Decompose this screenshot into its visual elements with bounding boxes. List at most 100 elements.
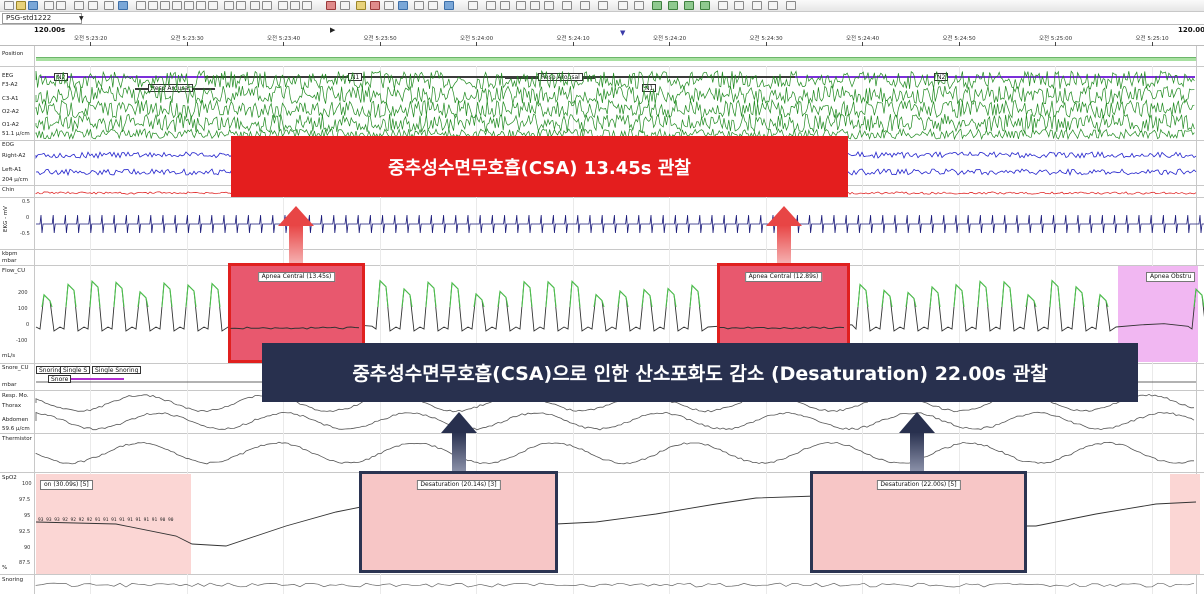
spo2-axis-tick: 97.5	[19, 497, 31, 503]
layout-icon-6[interactable]	[196, 1, 206, 10]
grid-icon[interactable]	[118, 1, 128, 10]
layout-icon-5[interactable]	[184, 1, 194, 10]
layout-icon[interactable]	[136, 1, 146, 10]
spo2-values-a: 93 93 93 92 92 92 92 91 91 91 91 91 91 9…	[38, 518, 174, 523]
open-icon[interactable]	[16, 1, 26, 10]
pause-icon-2[interactable]	[562, 1, 572, 10]
page-icon-2[interactable]	[262, 1, 272, 10]
tool-icon[interactable]	[718, 1, 728, 10]
desaturation-box-1[interactable]: Desaturation (20.14s) [3]	[359, 471, 558, 573]
pin-icon[interactable]	[634, 1, 644, 10]
ruler-tick-label: 오전 5:23:20	[74, 36, 108, 42]
ekg-axis-tick: 0.5	[22, 199, 30, 205]
pause-icon[interactable]	[468, 1, 478, 10]
person-icon[interactable]	[652, 1, 662, 10]
ruler-current-marker-icon[interactable]: ▼	[620, 29, 625, 37]
row-divider	[0, 66, 1204, 67]
navy-arrow-stem-2	[910, 432, 924, 471]
move-icon[interactable]	[398, 1, 408, 10]
ruler-tick-label: 오전 5:24:10	[556, 36, 590, 42]
filter-icon[interactable]	[384, 1, 394, 10]
layout-icon-8[interactable]	[224, 1, 234, 10]
snore-event-d[interactable]: Snore	[48, 375, 72, 383]
apnea-flat-line	[230, 326, 360, 330]
redo-icon[interactable]	[56, 1, 66, 10]
play-icon[interactable]	[516, 1, 526, 10]
desaturation-callout: 중추성수면무호흡(CSA)으로 인한 산소포화도 감소 (Desaturatio…	[262, 343, 1138, 402]
ruler-tick-label: 오전 5:23:50	[363, 36, 397, 42]
undo-icon[interactable]	[44, 1, 54, 10]
time-ruler[interactable]: 120.00s 120.00s ▶ ▼ 오전 5:23:20 오전 5:23:30…	[0, 24, 1204, 46]
label-column-divider[interactable]	[34, 46, 35, 594]
label-flow: Flow_CU	[2, 268, 26, 274]
label-o1a2: O1-A2	[2, 122, 19, 128]
label-left-a1: Left-A1	[2, 167, 22, 173]
omega-icon[interactable]	[618, 1, 628, 10]
label-flow-unit: mL/s	[2, 353, 16, 359]
skip-icon[interactable]	[544, 1, 554, 10]
save-icon[interactable]	[28, 1, 38, 10]
ruler-tick-label: 오전 5:25:00	[1039, 36, 1073, 42]
label-o2a2: O2-A2	[2, 109, 19, 115]
edit-icon[interactable]	[340, 1, 350, 10]
tool-icon-4[interactable]	[768, 1, 778, 10]
montage-icon[interactable]	[88, 1, 98, 10]
page-icon[interactable]	[250, 1, 260, 10]
thermistor-trace[interactable]	[35, 434, 1196, 472]
arrow-icon[interactable]	[414, 1, 424, 10]
layout-icon-4[interactable]	[172, 1, 182, 10]
ruler-tick-label: 오전 5:24:00	[460, 36, 494, 42]
audio-icon[interactable]	[598, 1, 608, 10]
layout-icon-2[interactable]	[148, 1, 158, 10]
window-icon-2[interactable]	[290, 1, 300, 10]
fast-forward-icon[interactable]	[530, 1, 540, 10]
layout-icon-3[interactable]	[160, 1, 170, 10]
marker-icon[interactable]	[326, 1, 336, 10]
ruler-pointer-icon[interactable]: ▶	[330, 26, 335, 34]
label-mbar-2: mbar	[2, 382, 17, 388]
red-arrow-stem-1	[289, 225, 303, 263]
ruler-tick-mark	[379, 42, 381, 46]
snore-event-c[interactable]: Single Snoring	[92, 366, 142, 374]
layout-icon-9[interactable]	[236, 1, 246, 10]
person-icon-3[interactable]	[684, 1, 694, 10]
study-select[interactable]: PSG-std1222 ▼	[2, 13, 84, 24]
eeg-trace[interactable]	[35, 68, 1196, 141]
person-icon-2[interactable]	[668, 1, 678, 10]
ruler-tick-mark	[669, 42, 670, 46]
label-spo2-unit: %	[2, 565, 8, 571]
funnel-icon[interactable]	[428, 1, 438, 10]
tool-icon-3[interactable]	[752, 1, 762, 10]
list-icon[interactable]	[444, 1, 454, 10]
ruler-tick-mark	[476, 42, 477, 46]
person-icon-4[interactable]	[700, 1, 710, 10]
psg-viewer-window: PSG-std1222 ▼ 120.00s 120.00s ▶ ▼ 오전 5:2…	[0, 0, 1204, 594]
event-icon[interactable]	[370, 1, 380, 10]
zoom-icon[interactable]	[104, 1, 114, 10]
stop-icon[interactable]	[486, 1, 496, 10]
new-icon[interactable]	[4, 1, 14, 10]
record-icon[interactable]	[580, 1, 590, 10]
ruler-tick-mark	[1055, 42, 1056, 46]
print-icon[interactable]	[74, 1, 84, 10]
ekg-axis-tick: 0	[26, 215, 30, 221]
snore-event-b[interactable]: Single S	[60, 366, 91, 374]
desaturation-box-2[interactable]: Desaturation (22.00s) [5]	[810, 471, 1027, 573]
ruler-tick-mark	[572, 42, 574, 46]
ekg-trace[interactable]	[36, 199, 1204, 249]
snoring-trace[interactable]	[35, 575, 1196, 594]
step-back-icon[interactable]	[500, 1, 510, 10]
settings-icon[interactable]	[786, 1, 796, 10]
tool-icon-2[interactable]	[734, 1, 744, 10]
apnea-central-label-1: Apnea Central (13.45s)	[257, 272, 336, 282]
desaturation-label-2: Desaturation (22.00s) [5]	[876, 480, 961, 490]
desaturation-label-1: Desaturation (20.14s) [3]	[416, 480, 501, 490]
layout-icon-7[interactable]	[208, 1, 218, 10]
navy-arrow-stem-1	[452, 432, 466, 471]
window-icon[interactable]	[278, 1, 288, 10]
spo2-axis-tick: 95	[24, 513, 31, 519]
snoring-channel-line	[35, 582, 1195, 588]
window-icon-3[interactable]	[302, 1, 312, 10]
pen-icon[interactable]	[356, 1, 366, 10]
apnea-flat-trace-2	[719, 326, 845, 330]
